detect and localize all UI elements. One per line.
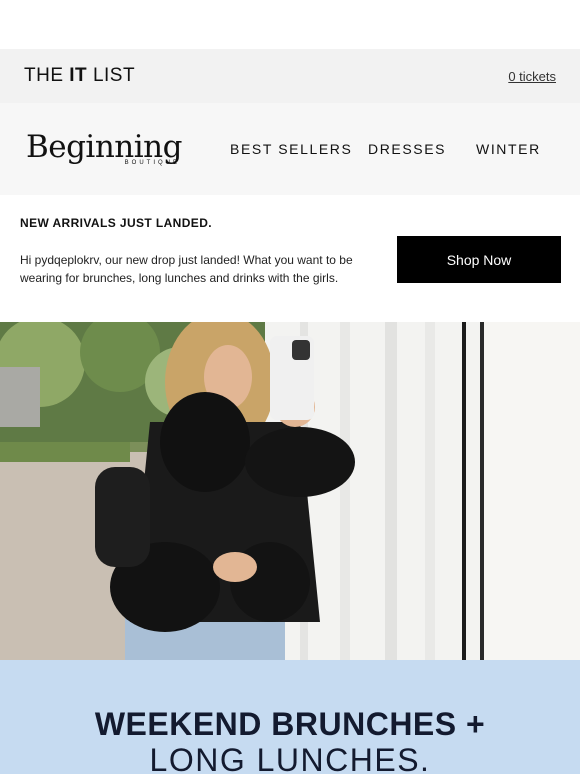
it-list-title: THE IT LIST bbox=[24, 65, 136, 86]
nav-dresses[interactable]: DRESSES bbox=[368, 141, 476, 157]
brand-logo[interactable]: Beginning BOUTIQUE bbox=[26, 132, 183, 167]
top-spacer bbox=[0, 0, 580, 49]
shop-now-button[interactable]: Shop Now bbox=[397, 236, 561, 283]
logo-wordmark: Beginning bbox=[25, 129, 183, 165]
nav-winter[interactable]: WINTER bbox=[476, 141, 541, 157]
main-nav: BEST SELLERS DRESSES WINTER bbox=[230, 141, 541, 157]
tickets-link[interactable]: 0 tickets bbox=[508, 69, 556, 84]
promo-body-text: Hi pydqeplokrv, our new drop just landed… bbox=[20, 253, 353, 285]
it-list-bar: THE IT LIST 0 tickets bbox=[0, 49, 580, 103]
banner-headline-line2: LONG LUNCHES. bbox=[149, 742, 431, 774]
promo-heading: NEW ARRIVALS JUST LANDED. bbox=[20, 216, 213, 230]
logo-subtitle: BOUTIQUE bbox=[124, 160, 180, 166]
nav-best-sellers[interactable]: BEST SELLERS bbox=[230, 141, 368, 157]
promo-section: NEW ARRIVALS JUST LANDED. Hi pydqeplokrv… bbox=[0, 195, 580, 322]
weekend-banner: WEEKEND BRUNCHES + LONG LUNCHES. bbox=[0, 660, 580, 774]
brand-nav-bar: Beginning BOUTIQUE BEST SELLERS DRESSES … bbox=[0, 103, 580, 195]
hero-image[interactable] bbox=[0, 322, 580, 660]
hero-photo-illustration bbox=[0, 322, 580, 660]
banner-headline-line1: WEEKEND BRUNCHES + bbox=[94, 706, 486, 742]
